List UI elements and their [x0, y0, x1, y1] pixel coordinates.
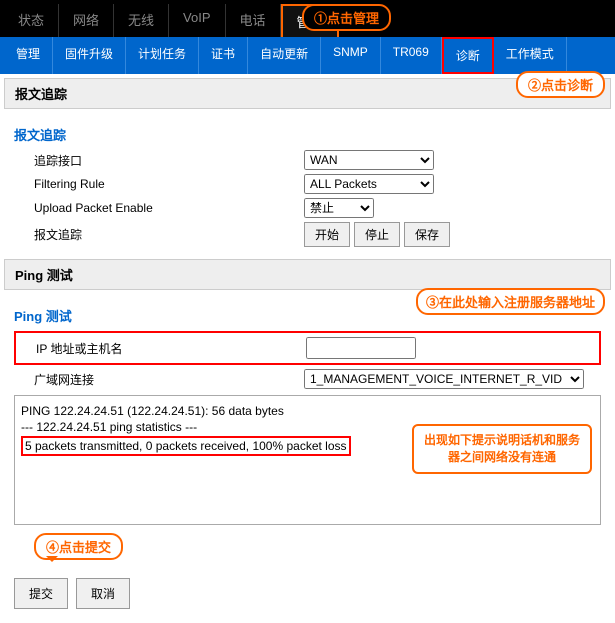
result-line-3: 5 packets transmitted, 0 packets receive… — [21, 436, 351, 456]
upload-enable-select[interactable]: 禁止 — [304, 198, 374, 218]
ping-results: PING 122.24.24.51 (122.24.24.51): 56 dat… — [14, 395, 601, 525]
trace-iface-label: 追踪接口 — [14, 152, 304, 169]
ping-content: ③在此处输入注册服务器地址 Ping 测试 IP 地址或主机名 广域网连接 1_… — [0, 294, 615, 572]
tab-phone[interactable]: 电话 — [226, 4, 281, 37]
annotation-1: ①点击管理 — [302, 4, 391, 31]
ip-host-label: IP 地址或主机名 — [16, 340, 306, 357]
trace-action-label: 报文追踪 — [14, 226, 304, 243]
tab-wireless[interactable]: 无线 — [114, 4, 169, 37]
result-line-1: PING 122.24.24.51 (122.24.24.51): 56 dat… — [21, 404, 594, 418]
tab-status[interactable]: 状态 — [4, 4, 59, 37]
callout-box: 出现如下提示说明话机和服务器之间网络没有连通 — [412, 424, 592, 474]
filter-rule-label: Filtering Rule — [14, 177, 304, 191]
stop-button[interactable]: 停止 — [354, 222, 400, 247]
subtab-firmware[interactable]: 固件升级 — [53, 37, 126, 74]
subtab-cert[interactable]: 证书 — [199, 37, 248, 74]
subtab-tr069[interactable]: TR069 — [381, 37, 442, 74]
subtab-autoupdate[interactable]: 自动更新 — [248, 37, 321, 74]
save-button[interactable]: 保存 — [404, 222, 450, 247]
tab-voip[interactable]: VoIP — [169, 4, 225, 37]
submit-button[interactable]: 提交 — [14, 578, 68, 609]
start-button[interactable]: 开始 — [304, 222, 350, 247]
top-nav: 状态 网络 无线 VoIP 电话 管理 ①点击管理 — [0, 0, 615, 37]
subtab-snmp[interactable]: SNMP — [321, 37, 381, 74]
sub-nav: 管理 固件升级 计划任务 证书 自动更新 SNMP TR069 诊断 工作模式 … — [0, 37, 615, 74]
filter-rule-select[interactable]: ALL Packets — [304, 174, 434, 194]
subtab-schedule[interactable]: 计划任务 — [126, 37, 199, 74]
trace-content: 报文追踪 追踪接口 WAN Filtering Rule ALL Packets… — [0, 113, 615, 255]
cancel-button[interactable]: 取消 — [76, 578, 130, 609]
annotation-3: ③在此处输入注册服务器地址 — [416, 288, 605, 315]
upload-enable-label: Upload Packet Enable — [14, 201, 304, 215]
trace-iface-select[interactable]: WAN — [304, 150, 434, 170]
ip-host-input[interactable] — [306, 337, 416, 359]
subtab-diagnose[interactable]: 诊断 — [442, 37, 494, 74]
wan-conn-label: 广域网连接 — [14, 371, 304, 388]
wan-conn-select[interactable]: 1_MANAGEMENT_VOICE_INTERNET_R_VID — [304, 369, 584, 389]
section-ping-header: Ping 测试 — [4, 259, 611, 290]
subtab-manage[interactable]: 管理 — [4, 37, 53, 74]
subtab-workmode[interactable]: 工作模式 — [494, 37, 567, 74]
tab-network[interactable]: 网络 — [59, 4, 114, 37]
trace-title: 报文追踪 — [14, 125, 601, 144]
annotation-2: ②点击诊断 — [516, 71, 605, 98]
annotation-4: ④点击提交 — [34, 533, 123, 560]
submit-row: 提交 取消 — [0, 572, 615, 623]
